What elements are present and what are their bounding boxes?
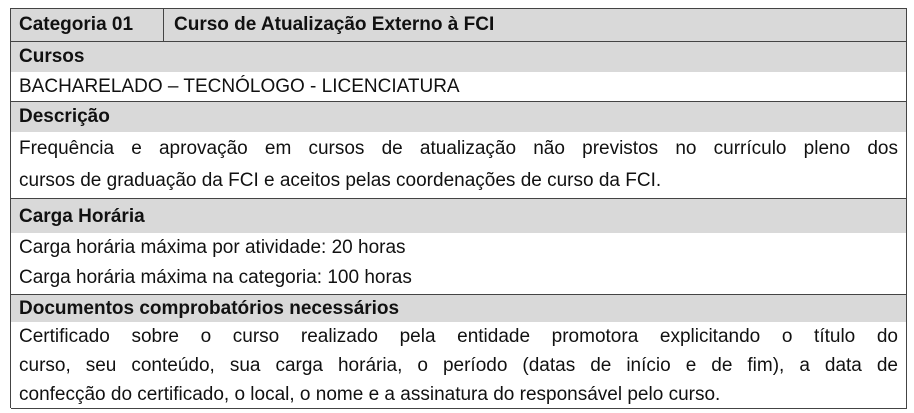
carga-horaria-line: Carga horária máxima na categoria: 100 h…: [19, 267, 412, 288]
descricao-line: cursos de graduação da FCI e aceitos pel…: [19, 170, 662, 191]
carga-horaria-line: Carga horária máxima por atividade: 20 h…: [19, 237, 406, 258]
documentos-title: Documentos comprobatórios necessários: [11, 295, 906, 322]
descricao-title: Descrição: [11, 102, 906, 132]
documentos-line: curso, seu conteúdo, sua carga horária, …: [19, 355, 898, 376]
carga-horaria-section: Carga Horária Carga horária máxima por a…: [11, 199, 907, 295]
documentos-line: Certificado sobre o curso realizado pela…: [19, 326, 898, 347]
descricao-section: Descrição Frequência e aprovação em curs…: [11, 102, 907, 199]
activity-category-table: Categoria 01 Curso de Atualização Extern…: [10, 8, 907, 409]
category-header-row: Categoria 01 Curso de Atualização Extern…: [11, 9, 907, 42]
descricao-line: Frequência e aprovação em cursos de atua…: [19, 138, 898, 159]
cursos-title: Cursos: [11, 42, 906, 72]
category-number: Categoria 01: [11, 9, 164, 41]
documentos-line: confecção do certificado, o local, o nom…: [19, 384, 721, 405]
cursos-text: BACHARELADO – TECNÓLOGO - LICENCIATURA: [19, 76, 460, 97]
documentos-section: Documentos comprobatórios necessários Ce…: [11, 295, 907, 409]
category-title: Curso de Atualização Externo à FCI: [174, 14, 495, 35]
carga-horaria-title: Carga Horária: [11, 199, 906, 233]
cursos-section: Cursos BACHARELADO – TECNÓLOGO - LICENCI…: [11, 42, 907, 102]
